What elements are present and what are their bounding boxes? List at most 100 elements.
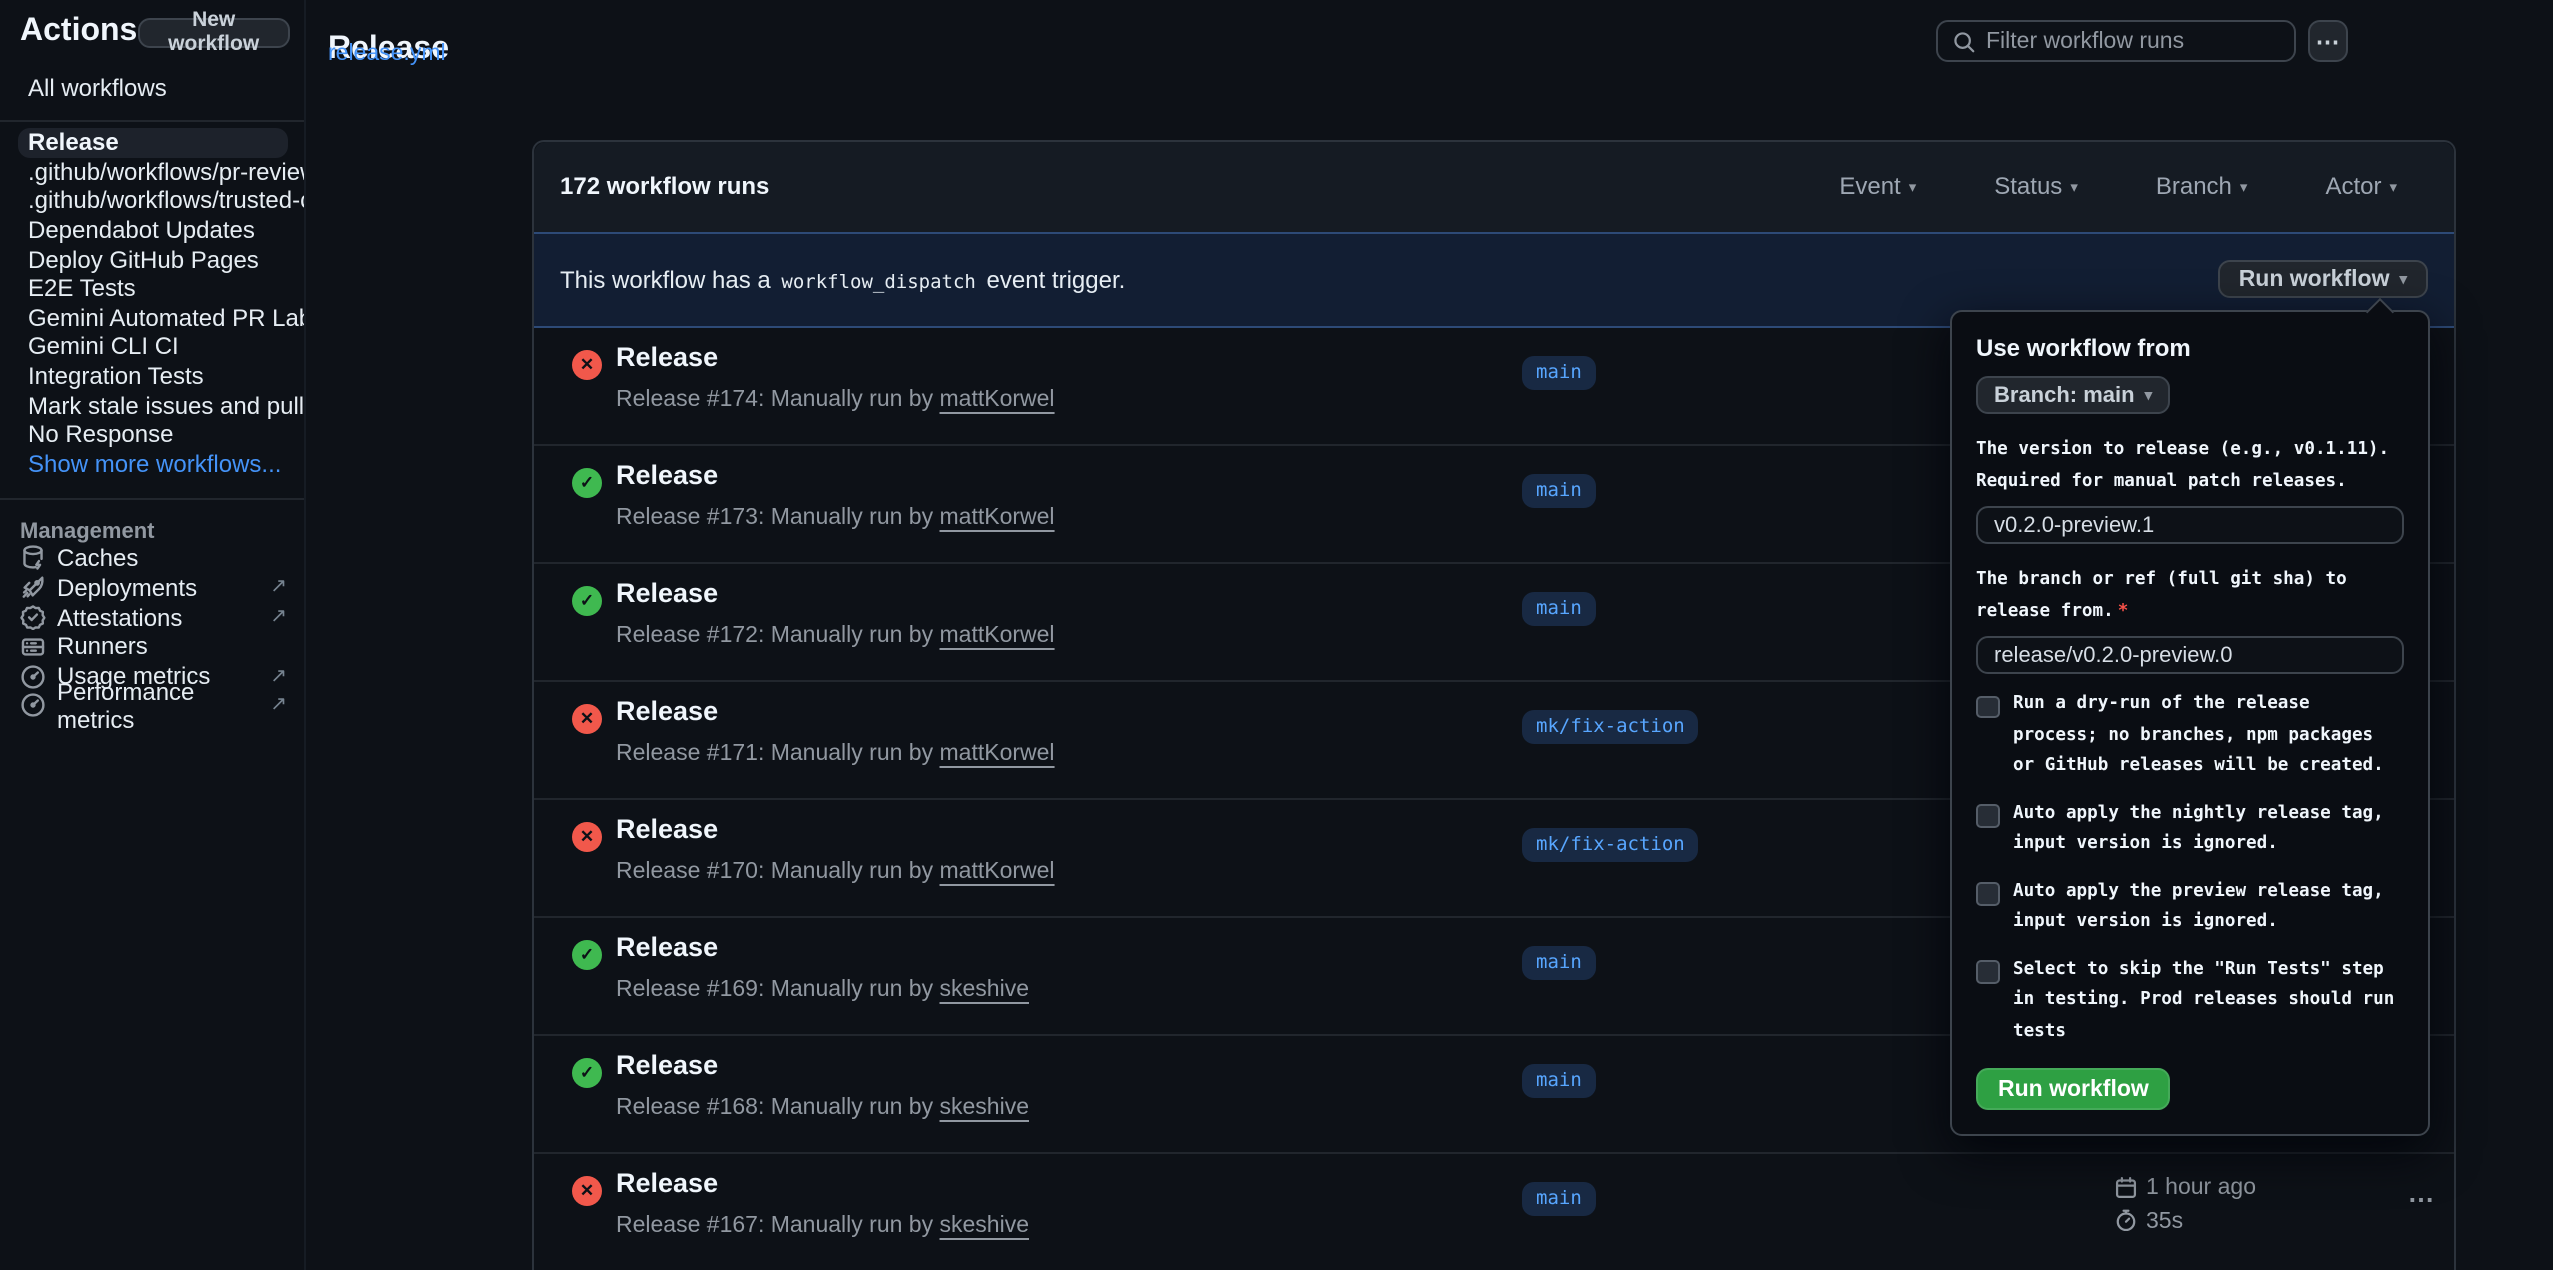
checkbox-label: Auto apply the nightly release tag, inpu… xyxy=(2013,799,2404,861)
sidebar-item-runners[interactable]: Runners xyxy=(0,632,303,662)
run-options-kebab-button[interactable]: ⋯ xyxy=(2396,1182,2448,1218)
run-subtitle: Release #170: Manually run by mattKorwel xyxy=(616,860,1055,884)
meter-icon xyxy=(20,693,46,719)
workflow-file-link[interactable]: release.yml xyxy=(328,42,446,66)
chevron-down-icon: ▾ xyxy=(2145,388,2153,403)
branch-badge[interactable]: main xyxy=(1522,1181,1596,1215)
dry-run-checkbox-row: Run a dry-run of the release process; no… xyxy=(1976,690,2404,783)
sidebar-item-label: Caches xyxy=(57,544,138,572)
actor-filter-dropdown[interactable]: Actor▾ xyxy=(2313,171,2409,203)
sidebar-item-label: Performance metrics xyxy=(57,678,270,734)
actor-link[interactable]: mattKorwel xyxy=(940,742,1055,766)
workflow-options-kebab-button[interactable]: ⋯ xyxy=(2308,20,2348,62)
calendar-icon xyxy=(2114,1176,2138,1200)
sidebar-divider xyxy=(0,120,303,122)
ref-input[interactable] xyxy=(1976,636,2404,674)
run-title-link[interactable]: Release xyxy=(616,1167,718,1197)
branch-badge[interactable]: main xyxy=(1522,1063,1596,1097)
branch-select-button[interactable]: Branch: main▾ xyxy=(1976,376,2170,414)
branch-filter-dropdown[interactable]: Branch▾ xyxy=(2144,171,2260,203)
banner-text: This workflow has a workflow_dispatch ev… xyxy=(560,266,1125,294)
run-workflow-dropdown-button[interactable]: Run workflow▾ xyxy=(2219,261,2427,299)
sidebar-item-mark-stale[interactable]: Mark stale issues and pull requests xyxy=(0,391,303,420)
meter-icon xyxy=(20,663,46,689)
actor-link[interactable]: mattKorwel xyxy=(940,624,1055,648)
run-title-link[interactable]: Release xyxy=(616,341,718,371)
actor-link[interactable]: skeshive xyxy=(940,1096,1030,1120)
management-header: Management xyxy=(20,519,303,543)
actor-link[interactable]: skeshive xyxy=(940,978,1030,1002)
required-asterisk: * xyxy=(2118,602,2129,622)
sidebar-item-deployments[interactable]: Deployments ↗ xyxy=(0,573,303,603)
run-title-link[interactable]: Release xyxy=(616,577,718,607)
rocket-icon xyxy=(20,574,46,600)
new-workflow-button[interactable]: New workflow xyxy=(137,17,290,47)
sidebar-divider xyxy=(0,497,303,499)
sidebar-item-all-workflows[interactable]: All workflows xyxy=(28,73,303,101)
run-title-link[interactable]: Release xyxy=(616,1049,718,1079)
external-link-icon: ↗ xyxy=(270,606,287,628)
code-workflow-dispatch: workflow_dispatch xyxy=(777,272,979,294)
show-more-workflows-link[interactable]: Show more workflows... xyxy=(0,449,303,478)
branch-badge[interactable]: main xyxy=(1522,355,1596,389)
external-link-icon: ↗ xyxy=(270,695,287,717)
skip-tests-checkbox[interactable] xyxy=(1976,960,1999,983)
sidebar-item-dependabot-updates[interactable]: Dependabot Updates xyxy=(0,215,303,244)
sidebar-item-deploy-github-pages[interactable]: Deploy GitHub Pages xyxy=(0,245,303,274)
preview-tag-checkbox[interactable] xyxy=(1976,882,1999,905)
branch-badge[interactable]: mk/fix-action xyxy=(1522,709,1699,743)
branch-badge[interactable]: main xyxy=(1522,591,1596,625)
preview-tag-checkbox-row: Auto apply the preview release tag, inpu… xyxy=(1976,877,2404,939)
actor-link[interactable]: mattKorwel xyxy=(940,388,1055,412)
nightly-tag-checkbox[interactable] xyxy=(1976,804,1999,827)
run-title-link[interactable]: Release xyxy=(616,931,718,961)
failure-icon: ✕ xyxy=(572,821,602,851)
sidebar-item-pr-review[interactable]: .github/workflows/pr-review.yml xyxy=(0,157,303,186)
run-subtitle: Release #167: Manually run by skeshive xyxy=(616,1214,1029,1238)
sidebar-item-release[interactable]: Release xyxy=(18,128,288,157)
sidebar-item-gemini-pr-labeler[interactable]: Gemini Automated PR Labeler xyxy=(0,303,303,332)
runs-panel-header: 172 workflow runs Event▾ Status▾ Branch▾… xyxy=(534,142,2453,231)
database-icon xyxy=(20,545,46,571)
sidebar-item-caches[interactable]: Caches xyxy=(0,543,303,573)
actor-link[interactable]: skeshive xyxy=(940,1214,1030,1238)
event-filter-dropdown[interactable]: Event▾ xyxy=(1827,171,1928,203)
actor-link[interactable]: mattKorwel xyxy=(940,506,1055,530)
branch-badge[interactable]: mk/fix-action xyxy=(1522,827,1699,861)
runs-count: 172 workflow runs xyxy=(560,173,769,201)
sidebar-item-gemini-cli-ci[interactable]: Gemini CLI CI xyxy=(0,332,303,361)
sidebar-item-no-response[interactable]: No Response xyxy=(0,420,303,449)
run-workflow-popup: Use workflow from Branch: main▾ The vers… xyxy=(1950,310,2430,1136)
run-duration: 35s xyxy=(2146,1209,2183,1233)
actor-link[interactable]: mattKorwel xyxy=(940,860,1055,884)
runs-filters: Event▾ Status▾ Branch▾ Actor▾ xyxy=(1827,171,2427,203)
success-icon: ✓ xyxy=(572,585,602,615)
failure-icon: ✕ xyxy=(572,1175,602,1205)
branch-badge[interactable]: main xyxy=(1522,945,1596,979)
success-icon: ✓ xyxy=(572,467,602,497)
branch-badge[interactable]: main xyxy=(1522,473,1596,507)
actions-page: Actions New workflow All workflows Relea… xyxy=(0,0,2553,1270)
checkbox-label: Run a dry-run of the release process; no… xyxy=(2013,690,2404,783)
filter-workflow-runs-input[interactable] xyxy=(1976,29,2293,53)
run-subtitle: Release #169: Manually run by skeshive xyxy=(616,978,1029,1002)
sidebar-item-integration-tests[interactable]: Integration Tests xyxy=(0,361,303,390)
checkbox-label: Auto apply the preview release tag, inpu… xyxy=(2013,877,2404,939)
success-icon: ✓ xyxy=(572,939,602,969)
run-title-link[interactable]: Release xyxy=(616,459,718,489)
sidebar-item-e2e-tests[interactable]: E2E Tests xyxy=(0,274,303,303)
workflow-run-row[interactable]: ✕ Release Release #167: Manually run by … xyxy=(534,1152,2453,1270)
status-filter-dropdown[interactable]: Status▾ xyxy=(1982,171,2090,203)
version-input[interactable] xyxy=(1976,506,2404,544)
sidebar-item-attestations[interactable]: Attestations ↗ xyxy=(0,602,303,632)
sidebar-item-performance-metrics[interactable]: Performance metrics ↗ xyxy=(0,691,303,721)
popup-heading: Use workflow from xyxy=(1976,334,2404,362)
success-icon: ✓ xyxy=(572,1057,602,1087)
workflow-list: Release .github/workflows/pr-review.yml … xyxy=(0,128,303,478)
run-title-link[interactable]: Release xyxy=(616,695,718,725)
run-workflow-submit-button[interactable]: Run workflow xyxy=(1976,1068,2171,1110)
verified-icon xyxy=(20,604,46,630)
dry-run-checkbox[interactable] xyxy=(1976,695,1999,718)
run-title-link[interactable]: Release xyxy=(616,813,718,843)
sidebar-item-trusted-ci[interactable]: .github/workflows/trusted-ci.yml xyxy=(0,186,303,215)
